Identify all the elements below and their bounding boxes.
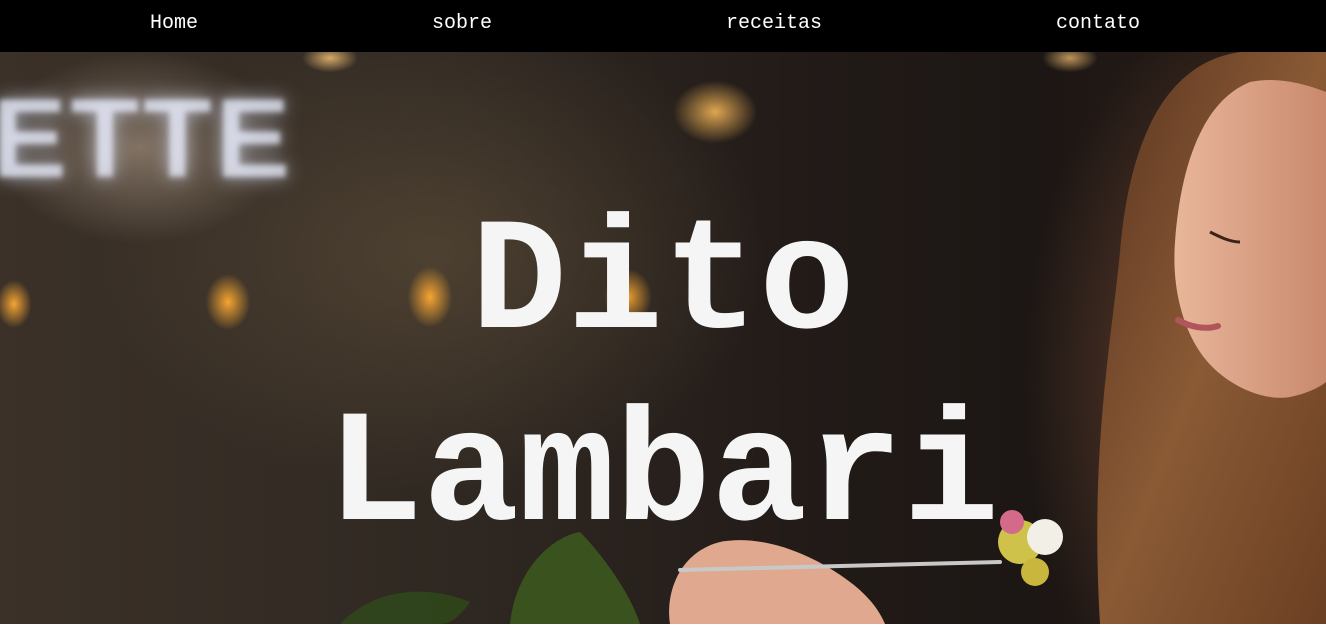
hero-banner: ETTE Dito Lambari (0, 52, 1326, 624)
nav-link-contato[interactable]: contato (1056, 12, 1140, 36)
nav-link-receitas[interactable]: receitas (726, 12, 822, 36)
neon-sign-background: ETTE (0, 76, 295, 201)
hero-title-line-1: Dito (470, 195, 856, 376)
nav-link-home[interactable]: Home (150, 12, 198, 36)
top-navbar: Home sobre receitas contato (0, 0, 1326, 52)
nav-link-sobre[interactable]: sobre (432, 12, 492, 36)
hero-title: Dito Lambari (0, 190, 1326, 574)
hero-title-line-2: Lambari (326, 387, 1000, 568)
